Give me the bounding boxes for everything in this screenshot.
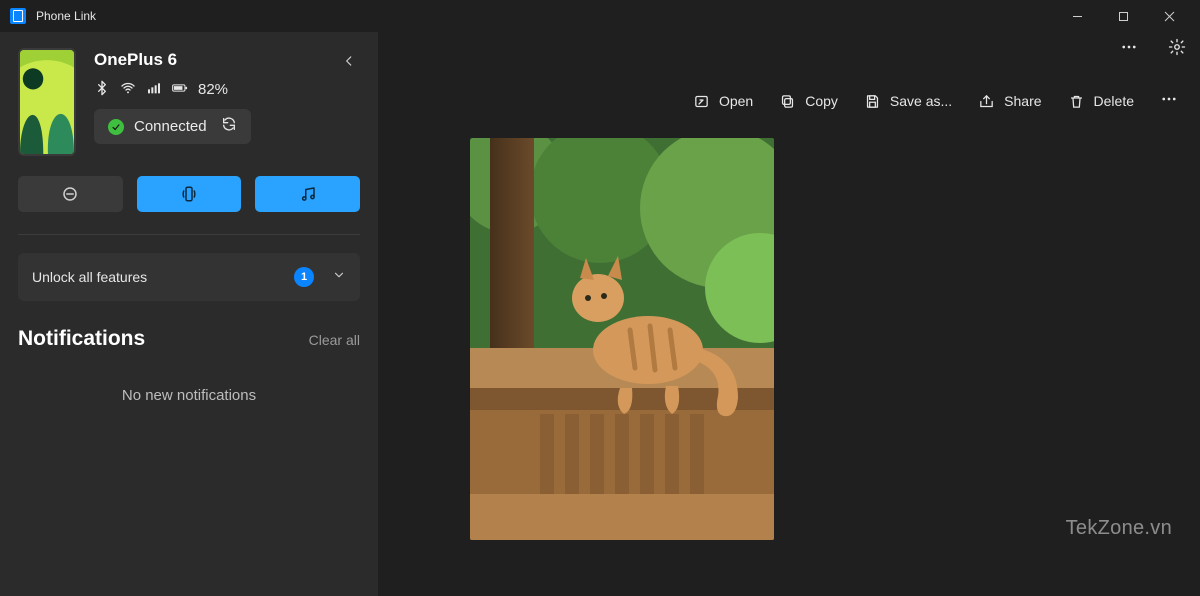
unlock-features-label: Unlock all features <box>32 269 147 285</box>
notifications-heading: Notifications <box>18 327 145 351</box>
delete-button[interactable]: Delete <box>1068 93 1134 110</box>
connection-status[interactable]: Connected <box>94 109 251 144</box>
sidebar: OnePlus 6 82% <box>0 32 378 596</box>
bluetooth-icon <box>94 80 110 99</box>
refresh-icon[interactable] <box>217 116 237 137</box>
connection-label: Connected <box>134 118 207 135</box>
photo-toolbar: Open Copy Save as... Share Delete <box>378 72 1200 130</box>
clear-all-button[interactable]: Clear all <box>309 332 360 348</box>
phone-thumbnail[interactable] <box>18 48 76 156</box>
battery-icon <box>172 80 188 99</box>
save-as-button[interactable]: Save as... <box>864 93 952 110</box>
signal-icon <box>146 80 162 99</box>
wifi-icon <box>120 80 136 99</box>
divider <box>18 234 360 235</box>
app-icon <box>10 8 26 24</box>
music-button[interactable] <box>255 176 360 212</box>
chevron-down-icon <box>332 268 346 287</box>
title-bar: Phone Link <box>0 0 1200 32</box>
unlock-features-row[interactable]: Unlock all features 1 <box>18 253 360 301</box>
dnd-button[interactable] <box>18 176 123 212</box>
open-button[interactable]: Open <box>693 93 753 110</box>
settings-button[interactable] <box>1168 38 1186 61</box>
app-title: Phone Link <box>36 9 96 23</box>
maximize-button[interactable] <box>1100 0 1146 32</box>
more-options-button[interactable] <box>1160 90 1178 113</box>
connected-check-icon <box>108 119 124 135</box>
collapse-sidebar-button[interactable] <box>342 54 356 73</box>
status-icons: 82% <box>94 80 251 99</box>
content-pane: Open Copy Save as... Share Delete <box>378 32 1200 596</box>
share-button[interactable]: Share <box>978 93 1041 110</box>
device-name: OnePlus 6 <box>94 50 251 70</box>
save-as-label: Save as... <box>890 93 952 109</box>
minimize-button[interactable] <box>1054 0 1100 32</box>
copy-label: Copy <box>805 93 838 109</box>
watermark: TekZone.vn <box>1066 517 1172 540</box>
selected-photo[interactable] <box>470 138 774 540</box>
copy-button[interactable]: Copy <box>779 93 838 110</box>
delete-label: Delete <box>1094 93 1134 109</box>
unlock-badge: 1 <box>294 267 314 287</box>
header-more-button[interactable] <box>1120 38 1138 61</box>
open-label: Open <box>719 93 753 109</box>
share-label: Share <box>1004 93 1041 109</box>
notifications-empty-message: No new notifications <box>18 387 360 404</box>
phone-screen-button[interactable] <box>137 176 242 212</box>
battery-percentage: 82% <box>198 81 228 98</box>
close-button[interactable] <box>1146 0 1192 32</box>
